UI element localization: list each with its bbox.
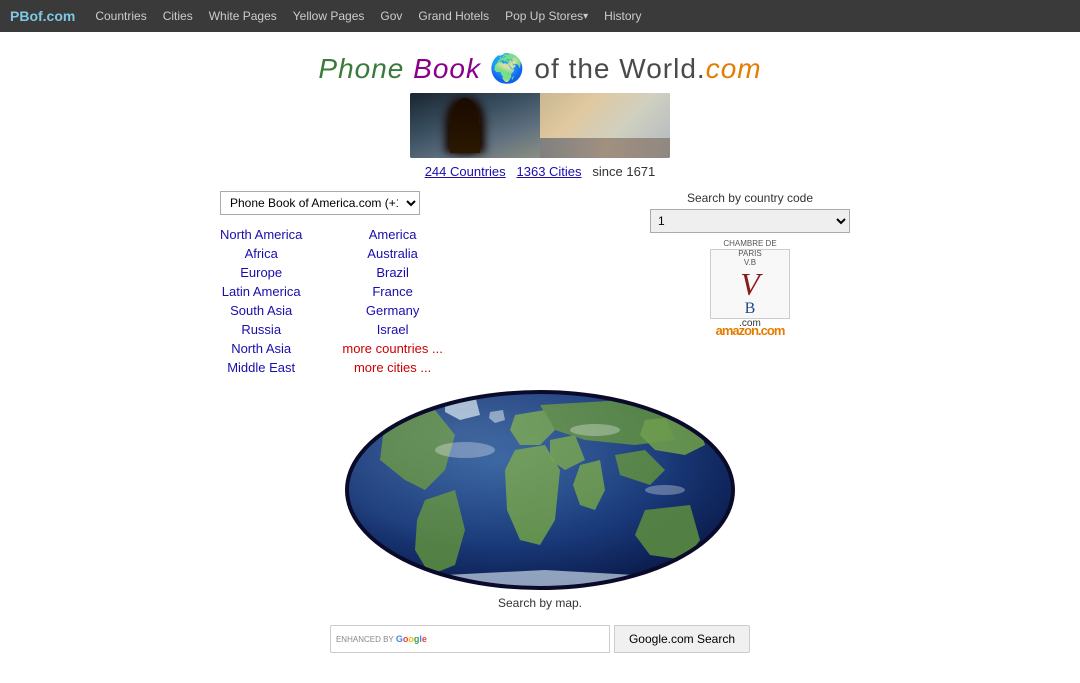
nav-link-grandhotels[interactable]: Grand Hotels: [412, 9, 495, 23]
vb-logo-b: B: [745, 300, 756, 318]
search-input-wrap: ENHANCED BY Google: [330, 625, 610, 653]
region-north-america[interactable]: North America: [220, 227, 302, 242]
main-content: Phone Book 🌍 of the World.com 244 Countr…: [140, 32, 940, 683]
more-countries-link[interactable]: more countries ...: [342, 341, 442, 356]
map-section: Search by map.: [160, 390, 920, 610]
vb-logo-top-text: CHAMBRE DE PARISV.B: [711, 239, 789, 268]
more-cities-link[interactable]: more cities ...: [342, 360, 442, 375]
region-europe[interactable]: Europe: [220, 265, 302, 280]
map-label: Search by map.: [160, 596, 920, 610]
world-map[interactable]: [345, 390, 735, 590]
since-label: since 1671: [592, 164, 655, 179]
right-panel: Search by country code 1 CHAMBRE DE PARI…: [640, 191, 860, 338]
region-africa[interactable]: Africa: [220, 246, 302, 261]
country-code-label: Search by country code: [650, 191, 850, 205]
vb-logo[interactable]: CHAMBRE DE PARISV.B V B .com: [710, 249, 790, 319]
content-area: Phone Book of America.com (+1) North Ame…: [220, 191, 860, 375]
region-latin-america[interactable]: Latin America: [220, 284, 302, 299]
region-columns: North America Africa Europe Latin Americ…: [220, 227, 443, 375]
nav-link-yellowpages[interactable]: Yellow Pages: [287, 9, 371, 23]
header-image: [410, 93, 670, 158]
left-panel: Phone Book of America.com (+1) North Ame…: [220, 191, 443, 375]
nav-link-gov[interactable]: Gov: [374, 9, 408, 23]
nav-link-whitepages[interactable]: White Pages: [203, 9, 283, 23]
region-brazil[interactable]: Brazil: [342, 265, 442, 280]
region-america[interactable]: America: [342, 227, 442, 242]
region-australia[interactable]: Australia: [342, 246, 442, 261]
nav-dropdown-popupstores[interactable]: Pop Up Stores: [499, 9, 594, 23]
region-france[interactable]: France: [342, 284, 442, 299]
region-select[interactable]: Phone Book of America.com (+1): [220, 191, 420, 215]
nav-link-countries[interactable]: Countries: [89, 9, 152, 23]
region-russia[interactable]: Russia: [220, 322, 302, 337]
google-search-input[interactable]: [330, 625, 610, 653]
stats-bar: 244 Countries 1363 Cities since 1671: [160, 164, 920, 179]
countries-link[interactable]: 244 Countries: [425, 164, 506, 179]
amazon-logo[interactable]: amazon.com: [716, 323, 785, 338]
nav-brand[interactable]: PBof.com: [10, 8, 75, 24]
regions-left-col: North America Africa Europe Latin Americ…: [220, 227, 302, 375]
region-dropdown-wrap: Phone Book of America.com (+1): [220, 191, 420, 215]
google-search-button[interactable]: Google.com Search: [614, 625, 750, 653]
ad-box: CHAMBRE DE PARISV.B V B .com amazon.com: [710, 249, 790, 338]
region-germany[interactable]: Germany: [342, 303, 442, 318]
regions-right-col: America Australia Brazil France Germany …: [342, 227, 442, 375]
site-title: Phone Book 🌍 of the World.com: [160, 52, 920, 85]
header-image-container: [160, 93, 920, 158]
nav-link-history[interactable]: History: [598, 9, 647, 23]
nav-link-cities[interactable]: Cities: [157, 9, 199, 23]
country-code-select[interactable]: 1: [650, 209, 850, 233]
navbar: PBof.com Countries Cities White Pages Ye…: [0, 0, 1080, 32]
region-north-asia[interactable]: North Asia: [220, 341, 302, 356]
region-middle-east[interactable]: Middle East: [220, 360, 302, 375]
vb-logo-letter: V: [740, 268, 760, 300]
cities-link[interactable]: 1363 Cities: [517, 164, 582, 179]
region-south-asia[interactable]: South Asia: [220, 303, 302, 318]
country-code-box: Search by country code 1: [650, 191, 850, 233]
region-israel[interactable]: Israel: [342, 322, 442, 337]
google-search-bar: ENHANCED BY Google Google.com Search: [160, 625, 920, 653]
